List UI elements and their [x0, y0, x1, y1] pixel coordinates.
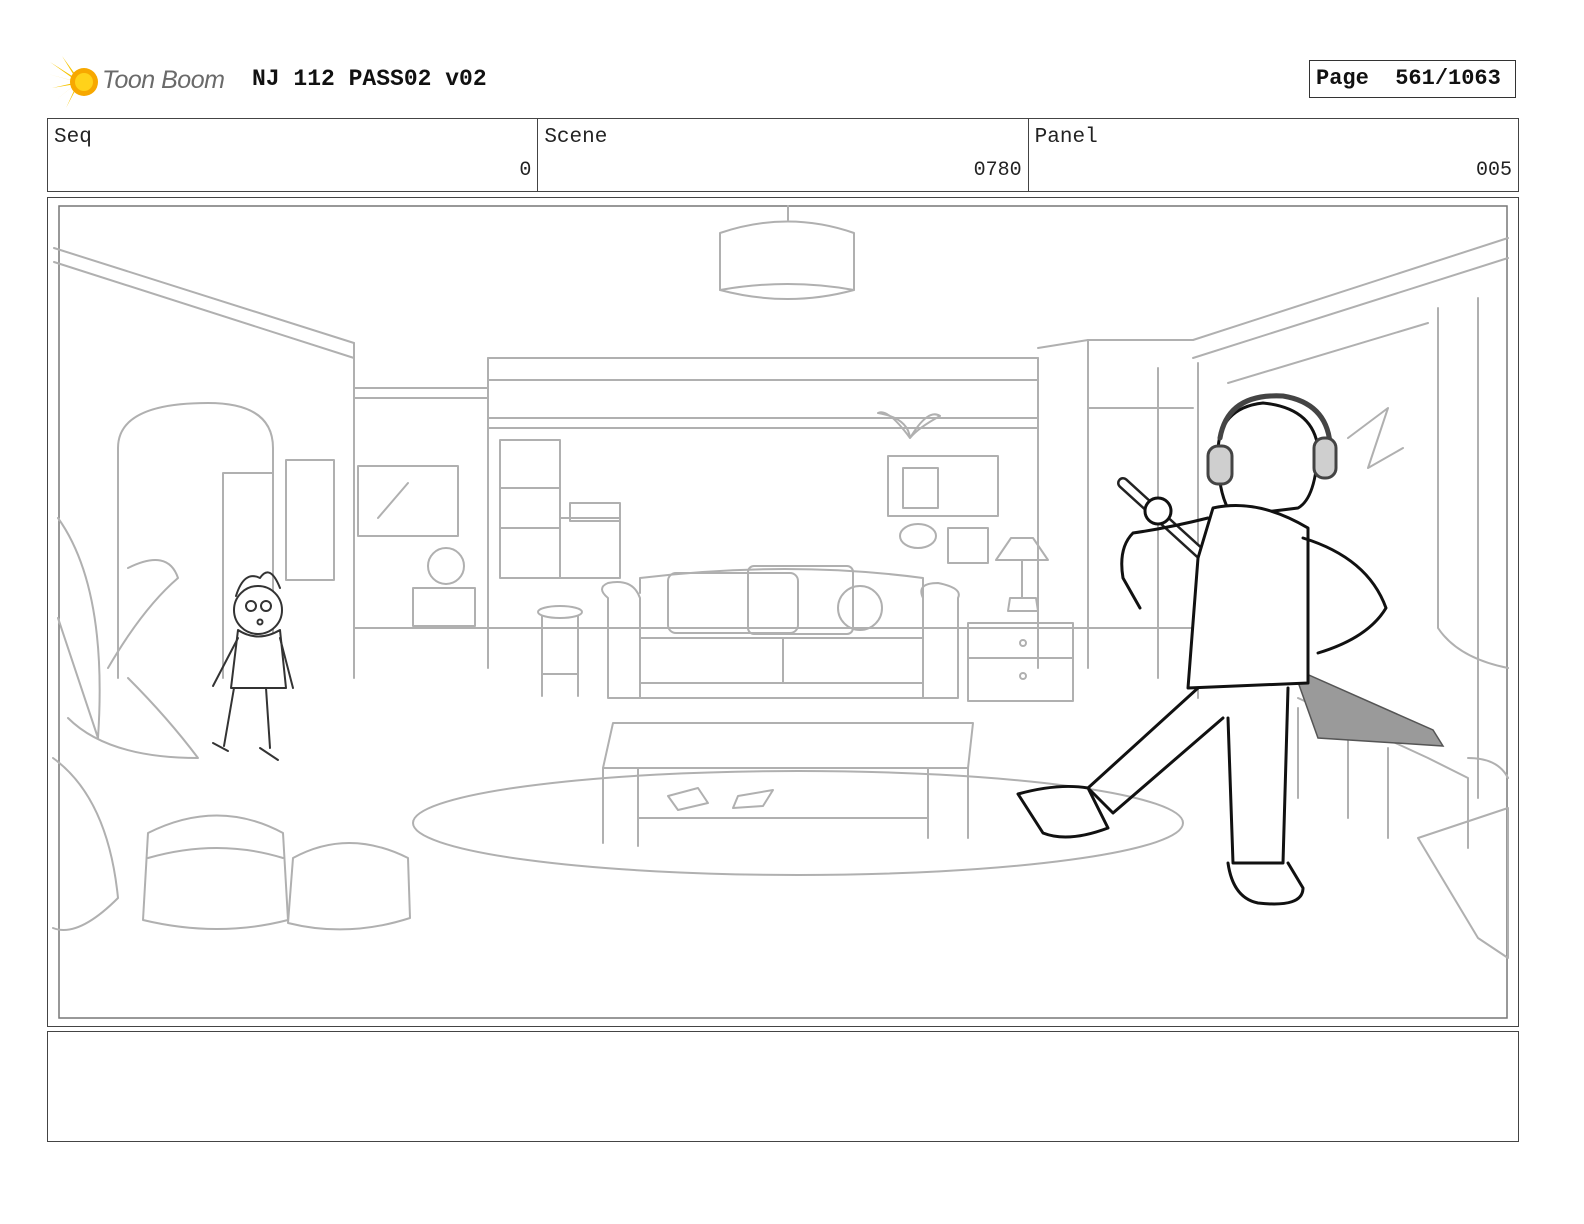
panel-notes-box: [47, 1031, 1519, 1142]
living-room-sketch: [52, 205, 1509, 1019]
panel-value: 005: [1475, 159, 1512, 182]
child-figure: [212, 571, 294, 761]
panel-label: Panel: [1034, 126, 1098, 149]
logo-wordmark: Toon Boom: [102, 66, 225, 94]
scene-label: Scene: [544, 126, 608, 149]
broom-bristles: [1291, 666, 1445, 747]
scene-cell: Scene 0780: [538, 119, 1029, 191]
page-indicator: Page 561/1063: [1309, 60, 1516, 98]
shot-info-row: Seq 0 Scene 0780 Panel 005: [47, 118, 1519, 192]
seq-value: 0: [519, 159, 532, 182]
starburst-icon: [48, 56, 98, 108]
page-label: Page: [1316, 66, 1369, 91]
seq-cell: Seq 0: [48, 119, 539, 191]
toon-boom-logo: Toon Boom: [48, 54, 238, 110]
panel-cell: Panel 005: [1029, 119, 1518, 191]
document-title: NJ 112 PASS02 v02: [252, 66, 487, 92]
storyboard-header: Toon Boom NJ 112 PASS02 v02 Page 561/106…: [48, 50, 1520, 110]
scene-value: 0780: [973, 159, 1022, 182]
page-number: 561/1063: [1395, 66, 1501, 91]
storyboard-panel-frame: [47, 197, 1519, 1027]
seq-label: Seq: [54, 126, 92, 149]
